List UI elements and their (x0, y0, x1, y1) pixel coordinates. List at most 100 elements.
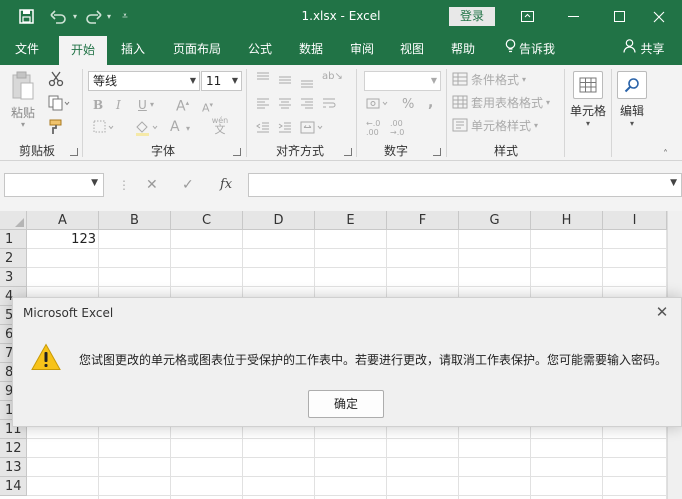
cancel-icon[interactable]: ✕ (146, 173, 158, 197)
align-left-icon[interactable] (256, 97, 270, 115)
group-separator (446, 69, 447, 157)
redo-dropdown-icon[interactable]: ▾ (104, 0, 114, 33)
font-size-combo[interactable]: 11 ▼ (201, 71, 242, 91)
customize-toolbar-icon[interactable]: ⩡ (118, 0, 132, 33)
row-header-3[interactable]: 3 (0, 268, 27, 287)
login-button[interactable]: 登录 (449, 7, 495, 26)
row-header-2[interactable]: 2 (0, 249, 27, 268)
formula-bar: ▼ ⋮ ✕ ✓ fx ▼ (0, 161, 682, 211)
column-header-e[interactable]: E (315, 211, 387, 230)
select-all-corner[interactable] (0, 211, 27, 230)
column-header-b[interactable]: B (99, 211, 171, 230)
tab-home[interactable]: 开始 (59, 36, 107, 65)
insert-function-button[interactable]: fx (220, 173, 232, 197)
number-launcher-icon[interactable] (433, 148, 441, 156)
increase-decimal-icon[interactable]: ←.0.00 (366, 119, 380, 137)
percent-style-button[interactable]: % (402, 97, 414, 113)
row-header-14[interactable]: 14 (0, 477, 27, 496)
alignment-launcher-icon[interactable] (344, 148, 352, 156)
fill-color-icon[interactable] (134, 120, 160, 140)
align-top-icon[interactable] (256, 71, 270, 89)
enter-icon[interactable]: ✓ (182, 173, 194, 197)
cut-icon[interactable] (48, 71, 64, 91)
save-icon[interactable] (14, 0, 38, 33)
increase-indent-icon[interactable] (278, 121, 292, 139)
tell-me-box[interactable]: 告诉我 (500, 33, 560, 65)
borders-icon[interactable] (93, 120, 115, 138)
tab-page-layout[interactable]: 页面布局 (162, 33, 232, 65)
clipboard-launcher-icon[interactable] (70, 148, 78, 156)
comma-style-button[interactable]: , (428, 95, 433, 111)
ok-button[interactable]: 确定 (308, 390, 384, 418)
tab-insert[interactable]: 插入 (110, 33, 156, 65)
group-separator (246, 69, 247, 157)
formula-input[interactable]: ▼ (248, 173, 682, 197)
column-header-i[interactable]: I (603, 211, 667, 230)
undo-dropdown-icon[interactable]: ▾ (70, 0, 80, 33)
column-header-h[interactable]: H (531, 211, 603, 230)
underline-button[interactable]: U (138, 97, 147, 113)
row-header-12[interactable]: 12 (0, 439, 27, 458)
font-name-combo[interactable]: 等线 ▼ (88, 71, 200, 91)
close-icon[interactable]: ✕ (651, 301, 673, 323)
column-header-f[interactable]: F (387, 211, 459, 230)
tab-view[interactable]: 视图 (390, 33, 434, 65)
expand-formula-bar-icon[interactable]: ▼ (670, 178, 677, 188)
italic-button[interactable]: I (116, 97, 121, 113)
redo-icon[interactable] (83, 0, 105, 33)
align-middle-icon[interactable] (278, 73, 292, 91)
cell-a1[interactable]: 123 (27, 230, 99, 249)
font-color-dropdown-icon[interactable]: ▾ (186, 121, 190, 137)
close-window-icon[interactable] (636, 0, 682, 33)
format-painter-icon[interactable] (48, 119, 64, 139)
format-as-table-button[interactable]: 套用表格格式 ▾ (452, 95, 550, 113)
font-size-value: 11 (206, 74, 222, 88)
number-format-combo[interactable]: ▼ (364, 71, 441, 91)
grow-font-button[interactable]: A▴ (176, 95, 189, 115)
editing-button[interactable]: 编辑 ▾ (615, 71, 649, 129)
row-header-13[interactable]: 13 (0, 458, 27, 477)
cell-styles-button[interactable]: 单元格样式 ▾ (452, 118, 538, 136)
paste-dropdown-icon: ▾ (20, 120, 25, 129)
cells-icon (573, 71, 603, 99)
decrease-decimal-icon[interactable]: .00 →.0 (390, 119, 404, 137)
merge-center-icon[interactable] (300, 121, 324, 139)
align-right-icon[interactable] (300, 97, 314, 115)
wrap-text-icon[interactable] (322, 97, 338, 115)
name-box[interactable]: ▼ (4, 173, 104, 197)
cell-styles-icon (452, 118, 468, 136)
column-header-c[interactable]: C (171, 211, 243, 230)
orientation-icon[interactable]: ab↘ (322, 69, 343, 85)
tab-file[interactable]: 文件 (0, 33, 54, 65)
tab-data[interactable]: 数据 (288, 33, 334, 65)
column-header-g[interactable]: G (459, 211, 531, 230)
font-color-button[interactable]: A (170, 119, 180, 135)
paste-button[interactable]: 粘贴 ▾ (6, 71, 40, 129)
minimize-icon[interactable] (550, 0, 596, 33)
tab-formulas[interactable]: 公式 (238, 33, 282, 65)
tab-help[interactable]: 帮助 (440, 33, 486, 65)
align-center-icon[interactable] (278, 97, 292, 115)
shrink-font-button[interactable]: A▾ (202, 97, 213, 117)
ribbon-display-options-icon[interactable] (504, 0, 550, 33)
chevron-down-icon: ▾ (534, 121, 539, 130)
column-header-d[interactable]: D (243, 211, 315, 230)
copy-icon[interactable] (48, 95, 70, 115)
underline-dropdown-icon[interactable]: ▾ (150, 97, 154, 113)
undo-icon[interactable] (46, 0, 70, 33)
chevron-down-icon: ▾ (629, 119, 634, 128)
decrease-indent-icon[interactable] (256, 121, 270, 139)
accounting-format-icon[interactable] (366, 97, 390, 115)
align-bottom-icon[interactable] (300, 75, 314, 93)
font-launcher-icon[interactable] (233, 148, 241, 156)
phonetic-guide-button[interactable]: wén 文 (210, 116, 230, 135)
share-button[interactable]: 共享 (618, 33, 670, 65)
dialog-title: Microsoft Excel (23, 306, 114, 320)
conditional-formatting-button[interactable]: 条件格式 ▾ (452, 72, 526, 90)
column-header-a[interactable]: A (27, 211, 99, 230)
cells-button[interactable]: 单元格 ▾ (568, 71, 608, 129)
share-label: 共享 (640, 42, 665, 56)
row-header-1[interactable]: 1 (0, 230, 27, 249)
bold-button[interactable]: B (93, 97, 103, 113)
tab-review[interactable]: 审阅 (340, 33, 384, 65)
